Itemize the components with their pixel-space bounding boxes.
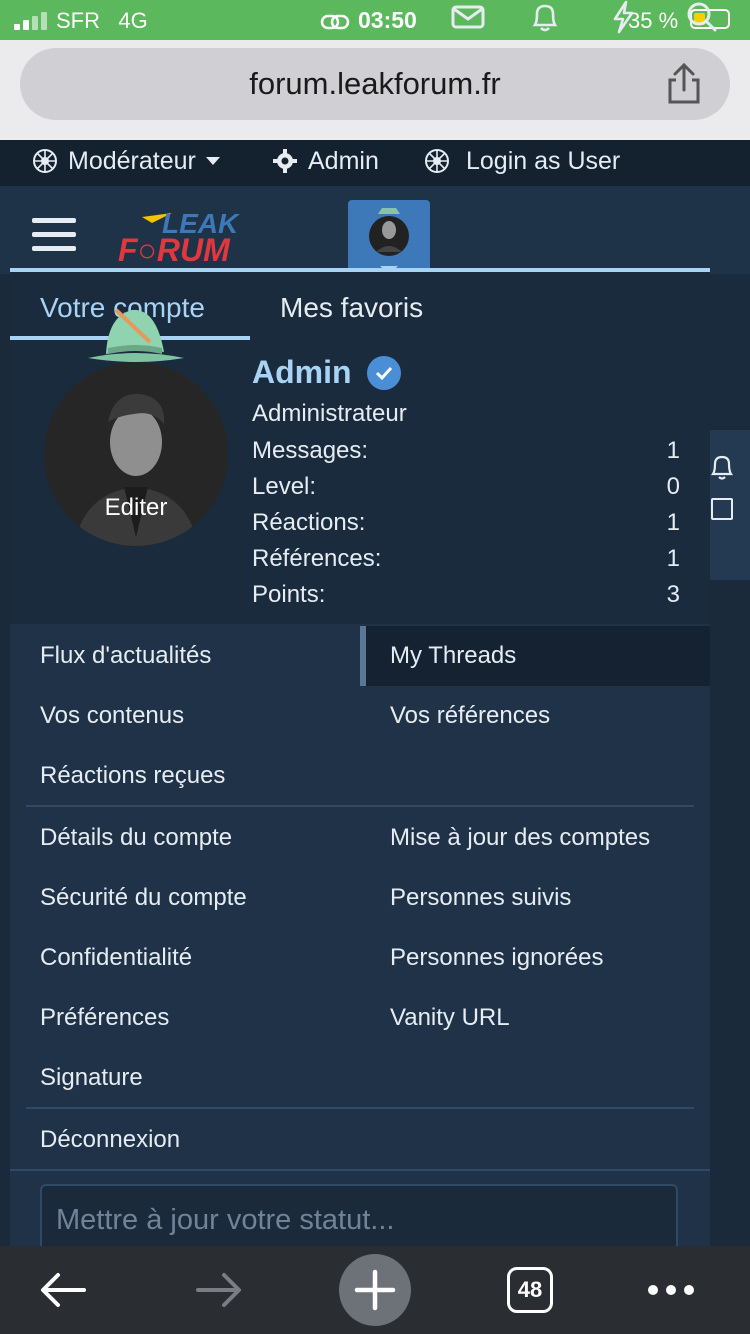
menu-link-securite[interactable]: Sécurité du compte <box>40 868 247 928</box>
stat-value: 1 <box>666 545 680 572</box>
forward-arrow-icon[interactable] <box>194 1270 244 1315</box>
logout-link[interactable]: Déconnexion <box>40 1110 180 1170</box>
checkbox-icon[interactable] <box>711 498 733 520</box>
gear-icon <box>273 149 297 173</box>
menu-link-vos-references[interactable]: Vos références <box>390 686 550 746</box>
menu-link-signature[interactable]: Signature <box>40 1048 143 1108</box>
hat-icon <box>86 302 186 369</box>
stat-value: 1 <box>666 437 680 464</box>
menu-link-details-compte[interactable]: Détails du compte <box>40 808 232 868</box>
signal-icon <box>14 12 48 30</box>
stat-value: 1 <box>666 509 680 536</box>
verified-badge-icon <box>366 355 402 396</box>
mail-icon[interactable] <box>450 0 486 39</box>
menu-link-flux[interactable]: Flux d'actualités <box>40 626 211 686</box>
divider <box>26 805 694 807</box>
menu-link-vanity-url[interactable]: Vanity URL <box>390 988 510 1048</box>
search-icon[interactable] <box>684 0 720 39</box>
new-tab-button[interactable] <box>339 1254 411 1326</box>
menu-link-confidentialite[interactable]: Confidentialité <box>40 928 192 988</box>
menu-link-preferences[interactable]: Préférences <box>40 988 169 1048</box>
site-logo[interactable]: LEAK F○RUM <box>112 203 312 270</box>
login-as-user-link[interactable]: Login as User <box>424 138 620 184</box>
menu-link-personnes-suivis[interactable]: Personnes suivis <box>390 868 571 928</box>
caret-down-icon <box>205 157 220 165</box>
status-placeholder: Mettre à jour votre statut... <box>56 1204 395 1236</box>
divider <box>26 1107 694 1109</box>
carrier: SFR 4G <box>56 8 148 33</box>
stat-value: 3 <box>666 581 680 608</box>
menu-link-my-threads-label[interactable]: My Threads <box>390 626 516 686</box>
avatar-icon <box>369 208 409 274</box>
share-icon[interactable] <box>664 62 704 106</box>
stat-label: Messages: <box>252 437 369 464</box>
empire-icon <box>33 149 57 173</box>
stat-label: Réactions: <box>252 509 366 536</box>
menu-link-reactions-recues[interactable]: Réactions reçues <box>40 746 225 806</box>
address-bar[interactable]: forum.leakforum.fr <box>20 48 730 120</box>
menu-link-personnes-ignorees[interactable]: Personnes ignorées <box>390 928 603 988</box>
stat-label: Level: <box>252 473 317 500</box>
page-background <box>710 274 750 424</box>
svg-text:F○RUM: F○RUM <box>118 232 231 265</box>
menu-icon[interactable] <box>32 218 76 252</box>
tabs-button[interactable]: 48 <box>507 1267 553 1313</box>
back-arrow-icon[interactable] <box>38 1270 88 1315</box>
account-button[interactable] <box>348 200 430 274</box>
profile-name[interactable]: Admin <box>252 354 352 391</box>
bell-icon[interactable] <box>527 0 563 39</box>
profile-role: Administrateur <box>252 400 407 427</box>
divider <box>10 1169 710 1171</box>
lightning-icon[interactable] <box>605 0 641 39</box>
moderator-menu[interactable]: Modérateur <box>32 138 220 184</box>
staff-bar: Modérateur Admin Login as User <box>0 140 750 186</box>
stat-value: 0 <box>666 473 680 500</box>
bell-icon[interactable] <box>708 452 736 487</box>
menu-link-mise-a-jour[interactable]: Mise à jour des comptes <box>390 808 650 868</box>
admin-link[interactable]: Admin <box>272 138 379 184</box>
link-icon <box>320 14 350 30</box>
url-text: forum.leakforum.fr <box>249 66 501 101</box>
stat-label: Références: <box>252 545 382 572</box>
empire-icon <box>425 149 449 173</box>
more-icon[interactable] <box>646 1280 696 1305</box>
tab-mes-favoris[interactable]: Mes favoris <box>280 272 423 342</box>
clock: 03:50 <box>320 7 417 34</box>
stat-label: Points: <box>252 581 326 608</box>
plus-icon <box>354 1269 396 1311</box>
menu-link-vos-contenus[interactable]: Vos contenus <box>40 686 184 746</box>
edit-avatar-label[interactable]: Editer <box>44 494 228 522</box>
